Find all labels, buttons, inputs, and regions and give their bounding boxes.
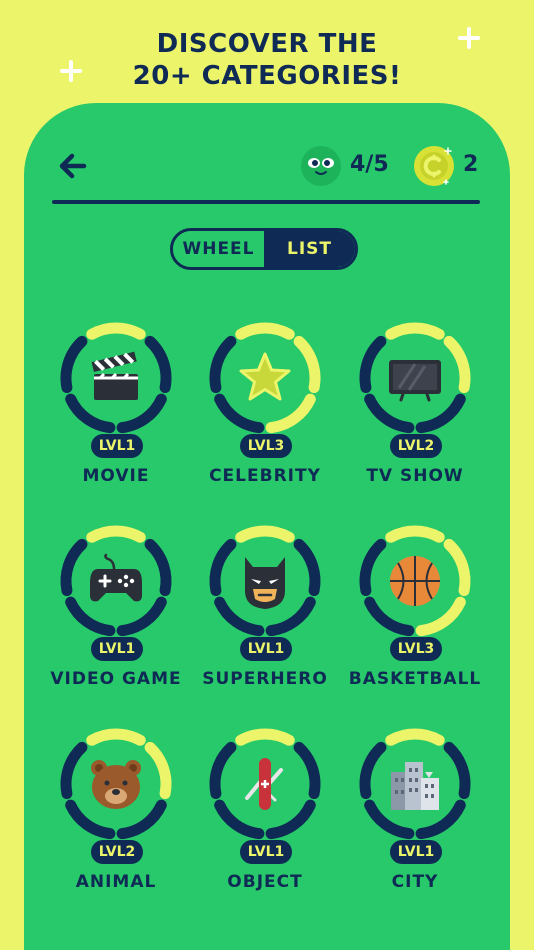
- ring-segment-empty: [209, 335, 237, 394]
- ring-segment-empty: [60, 538, 88, 597]
- level-badge: LVL3: [240, 434, 292, 458]
- clapperboard-icon: [91, 351, 138, 400]
- ring-segment-filled: [144, 741, 172, 800]
- star-icon: [239, 352, 291, 401]
- basketball-icon: [390, 556, 440, 606]
- level-badge: LVL1: [240, 840, 292, 864]
- category-label: OBJECT: [227, 872, 303, 892]
- back-arrow-icon[interactable]: [58, 152, 88, 180]
- category-label: TV SHOW: [366, 466, 464, 486]
- ring-segment-filled: [86, 322, 146, 340]
- ring-segment-empty: [144, 335, 172, 394]
- coin-count: 2: [463, 152, 479, 177]
- ring-segment-filled: [235, 322, 295, 340]
- ring-segment-empty: [60, 335, 88, 394]
- level-badge: LVL1: [91, 434, 143, 458]
- ring-segment-empty: [144, 538, 172, 597]
- category-city[interactable]: LVL1 CITY: [340, 726, 490, 906]
- headline-line-1: DISCOVER THE: [156, 29, 378, 59]
- progress-counter: 4/5: [350, 152, 389, 177]
- ring-segment-filled: [86, 728, 146, 746]
- ring-segment-empty: [359, 538, 387, 597]
- ring-segment-empty: [209, 538, 237, 597]
- category-object[interactable]: LVL1 OBJECT: [190, 726, 340, 906]
- ring-segment-filled: [235, 525, 295, 543]
- ring-segment-empty: [359, 335, 387, 394]
- category-superhero[interactable]: LVL1 SUPERHERO: [190, 523, 340, 703]
- level-badge: LVL2: [91, 840, 143, 864]
- ring-segment-filled: [385, 525, 445, 543]
- wheel-view-option[interactable]: WHEEL: [173, 231, 264, 267]
- ring-segment-empty: [209, 741, 237, 800]
- category-animal[interactable]: LVL2 ANIMAL: [41, 726, 191, 906]
- level-badge: LVL3: [390, 637, 442, 661]
- ring-segment-filled: [293, 335, 321, 394]
- category-label: BASKETBALL: [348, 669, 482, 689]
- category-video-game[interactable]: LVL1 VIDEO GAME: [41, 523, 191, 703]
- ring-segment-empty: [293, 741, 321, 800]
- category-celebrity[interactable]: LVL3 CELEBRITY: [190, 320, 340, 500]
- coin-icon: [414, 146, 454, 186]
- batman-mask-icon: [245, 557, 285, 609]
- category-label: MOVIE: [82, 466, 150, 486]
- category-movie[interactable]: LVL1 MOVIE: [41, 320, 191, 500]
- ring-segment-empty: [359, 741, 387, 800]
- ring-segment-filled: [86, 525, 146, 543]
- ring-segment-filled: [443, 335, 471, 394]
- ring-segment-empty: [443, 741, 471, 800]
- view-toggle: WHEEL LIST: [170, 228, 358, 270]
- list-view-option[interactable]: LIST: [264, 231, 355, 267]
- gamepad-icon: [90, 553, 142, 602]
- category-label: VIDEO GAME: [50, 669, 182, 689]
- category-label: SUPERHERO: [202, 669, 328, 689]
- tv-icon: [389, 360, 441, 402]
- category-label: ANIMAL: [75, 872, 157, 892]
- ring-segment-filled: [385, 728, 445, 746]
- swiss-knife-icon: [245, 758, 283, 810]
- level-badge: LVL1: [91, 637, 143, 661]
- category-label: CITY: [391, 872, 439, 892]
- bear-icon: [91, 760, 141, 809]
- ring-segment-filled: [235, 728, 295, 746]
- level-badge: LVL2: [390, 434, 442, 458]
- sparkle-icon: [60, 60, 82, 82]
- ring-segment-empty: [293, 538, 321, 597]
- level-badge: LVL1: [240, 637, 292, 661]
- ring-segment-empty: [60, 741, 88, 800]
- category-tv-show[interactable]: LVL2 TV SHOW: [340, 320, 490, 500]
- level-badge: LVL1: [390, 840, 442, 864]
- ring-segment-filled: [443, 538, 471, 597]
- mascot-icon: [301, 146, 341, 186]
- category-basketball[interactable]: LVL3 BASKETBALL: [340, 523, 490, 703]
- ring-segment-filled: [385, 322, 445, 340]
- header-divider: [52, 200, 480, 204]
- sparkle-icon: [458, 27, 480, 49]
- buildings-icon: [391, 762, 439, 810]
- category-label: CELEBRITY: [209, 466, 321, 486]
